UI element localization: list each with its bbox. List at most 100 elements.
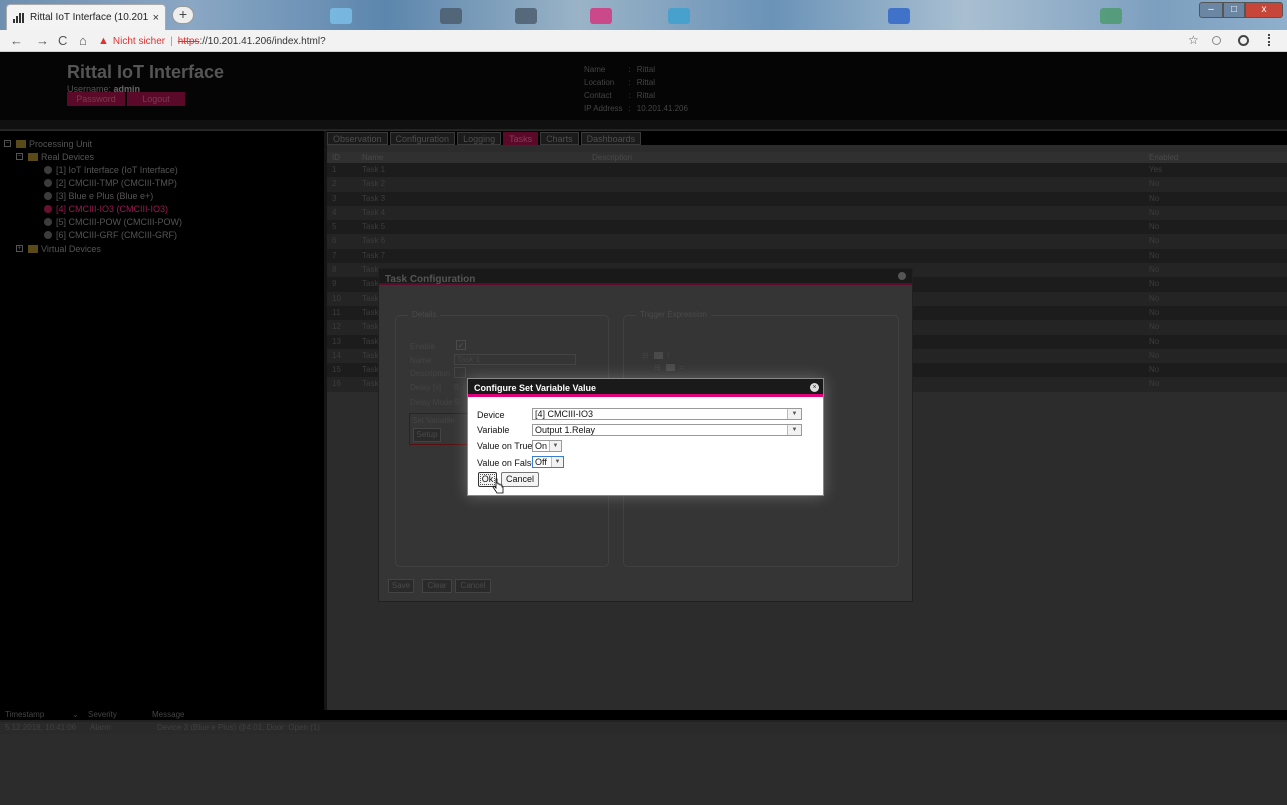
task-enabled: No: [1149, 307, 1160, 317]
url-scheme: https: [177, 35, 200, 47]
task-row[interactable]: 6 Task 6 No: [327, 234, 1287, 249]
log-row[interactable]: 5.12.2018, 10:41:06 Alarm Device 3 (Blue…: [0, 722, 1287, 734]
device-value: [4] CMCIII-IO3: [535, 409, 594, 419]
tree-device-item[interactable]: [1] IoT Interface (IoT Interface): [44, 164, 178, 175]
tab-charts[interactable]: Charts: [540, 132, 579, 145]
not-secure-label: Nicht sicher: [112, 35, 166, 47]
col-enabled[interactable]: Enabled: [1146, 152, 1287, 163]
task-row[interactable]: 2 Task 2 No: [327, 177, 1287, 192]
password-button[interactable]: Password: [67, 92, 125, 106]
info-sep: :: [628, 78, 631, 87]
tab-logging[interactable]: Logging: [457, 132, 502, 145]
bookmark-star-icon[interactable]: ☆: [1188, 33, 1199, 47]
tree-device-item-selected[interactable]: [4] CMCIII-IO3 (CMCIII-IO3): [44, 203, 168, 214]
header-divider: [0, 120, 1287, 130]
tree-label: [3] Blue e Plus (Blue e+): [56, 190, 154, 201]
sort-arrow-icon[interactable]: ⌄: [72, 710, 82, 720]
task-row[interactable]: 1 Task 1 Yes: [327, 163, 1287, 178]
forward-icon[interactable]: →: [36, 33, 49, 48]
maximize-button[interactable]: □: [1223, 2, 1245, 18]
expand-icon[interactable]: +: [16, 245, 23, 252]
info-value: 10.201.41.206: [636, 104, 688, 113]
close-icon[interactable]: [898, 272, 906, 280]
delay-mode-value[interactable]: S: [454, 398, 459, 407]
log-header: Timestamp ⌄ Severity Message: [0, 710, 1287, 720]
menu-icon[interactable]: [1268, 34, 1270, 46]
url-field[interactable]: ▲ Nicht sicher | https ://10.201.41.206/…: [98, 32, 1158, 50]
description-input[interactable]: [454, 367, 466, 378]
info-label: Location: [584, 78, 615, 87]
tree-label: [5] CMCIII-POW (CMCIII-POW): [56, 216, 182, 227]
setvar-dialog-title: Configure Set Variable Value: [468, 379, 823, 397]
task-id: 2: [332, 179, 337, 189]
device-status-icon: [44, 217, 52, 226]
task-id: 12: [332, 322, 341, 332]
log-col-message[interactable]: Message: [152, 710, 1287, 720]
delay-value[interactable]: 0: [454, 383, 458, 392]
clear-button[interactable]: Clear: [422, 579, 452, 593]
enable-checkbox[interactable]: ✓: [456, 340, 466, 350]
tree-device-item[interactable]: [5] CMCIII-POW (CMCIII-POW): [44, 216, 182, 227]
tree-device-item[interactable]: [6] CMCIII-GRF (CMCIII-GRF): [44, 229, 177, 240]
tree-device-item[interactable]: [2] CMCIII-TMP (CMCIII-TMP): [44, 177, 177, 188]
device-info: Name: Rittal Location: Rittal Contact: Ritt…: [582, 62, 694, 116]
tree-node-processing-unit[interactable]: − Processing Unit: [4, 138, 92, 149]
tab-close-icon[interactable]: ×: [153, 12, 159, 24]
device-select[interactable]: [4] CMCIII-IO3 ▼: [532, 408, 802, 420]
variable-select[interactable]: Output 1.Relay ▼: [532, 424, 802, 436]
cancel-button[interactable]: Cancel: [501, 472, 539, 487]
task-row[interactable]: 4 Task 4 No: [327, 205, 1287, 221]
profile-icon[interactable]: [1238, 35, 1249, 46]
task-row[interactable]: 7 Task 7 No: [327, 248, 1287, 264]
collapse-icon[interactable]: −: [16, 153, 23, 160]
tree-device-item[interactable]: [3] Blue e Plus (Blue e+): [44, 190, 153, 201]
back-icon[interactable]: ←: [10, 33, 23, 48]
task-row[interactable]: 5 Task 5 No: [327, 220, 1287, 235]
task-id: 3: [332, 193, 337, 203]
tab-configuration[interactable]: Configuration: [389, 132, 456, 145]
extension-icon[interactable]: [1212, 36, 1221, 45]
minimize-button[interactable]: –: [1199, 2, 1223, 18]
col-id[interactable]: ID: [327, 152, 357, 163]
col-name[interactable]: Name: [357, 152, 589, 163]
log-timestamp: 5.12.2018, 10:41:06: [5, 723, 77, 732]
close-window-button[interactable]: x: [1245, 2, 1283, 18]
tree-node-virtual-devices[interactable]: + Virtual Devices: [16, 243, 101, 254]
home-icon[interactable]: ⌂: [79, 33, 87, 48]
task-name: Task 4: [362, 207, 386, 217]
log-col-timestamp[interactable]: Timestamp: [0, 710, 72, 720]
value-on-true-select[interactable]: On ▼: [532, 440, 562, 452]
col-description[interactable]: Description: [589, 152, 1146, 163]
tab-tasks[interactable]: Tasks: [503, 132, 539, 145]
folder-icon: [666, 364, 675, 371]
trigger-root[interactable]: I: [667, 351, 669, 360]
new-tab-button[interactable]: +: [172, 6, 194, 24]
log-col-severity[interactable]: Severity: [82, 710, 152, 720]
tree-node-real-devices[interactable]: − Real Devices: [16, 151, 94, 162]
tree-toggle-icon[interactable]: ⊟: [654, 363, 661, 372]
tree-toggle-icon[interactable]: ⊟: [642, 351, 649, 360]
name-input[interactable]: Task 1: [454, 354, 576, 365]
tab-observation[interactable]: Observation: [327, 132, 388, 145]
tab-dashboards[interactable]: Dashboards: [580, 132, 642, 145]
task-enabled: No: [1149, 322, 1160, 332]
value-on-false-select[interactable]: Off ▼: [532, 456, 564, 468]
log-message: Device 3 (Blue e Plus) @4.01, Door: Open…: [157, 723, 320, 732]
logout-button[interactable]: Logout: [127, 92, 185, 106]
setup-button[interactable]: Setup: [413, 428, 441, 442]
device-info-row: IP Address:10.201.41.206: [584, 103, 692, 114]
collapse-icon[interactable]: −: [4, 140, 11, 147]
task-id: 6: [332, 236, 337, 246]
reload-icon[interactable]: C: [58, 33, 67, 48]
browser-tab[interactable]: Rittal IoT Interface (10.201.41.20( ×: [6, 4, 166, 30]
task-name: Task 1: [362, 165, 386, 174]
close-icon[interactable]: ×: [810, 383, 819, 392]
trigger-child[interactable]: =: [679, 363, 684, 372]
cancel-button[interactable]: Cancel: [455, 579, 491, 593]
task-row[interactable]: 3 Task 3 No: [327, 191, 1287, 206]
info-value: Rittal: [636, 78, 656, 87]
task-id: 16: [332, 379, 341, 389]
details-legend: Details: [408, 310, 441, 319]
task-description: [589, 177, 1146, 191]
save-button[interactable]: Save: [388, 579, 414, 593]
